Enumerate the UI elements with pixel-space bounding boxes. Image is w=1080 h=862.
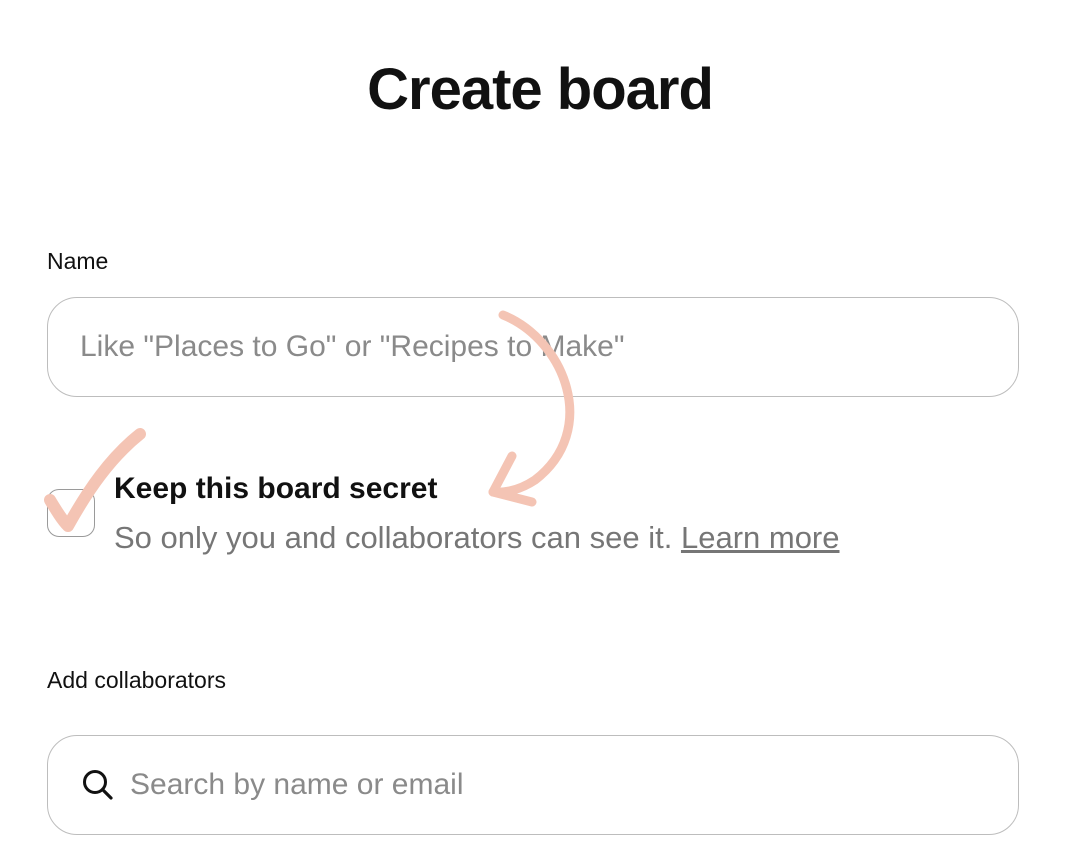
name-field-container[interactable] [47, 297, 1019, 397]
collaborators-search-input[interactable] [130, 736, 1018, 834]
secret-option-title: Keep this board secret [114, 472, 438, 505]
secret-option-description-line: So only you and collaborators can see it… [114, 520, 840, 556]
secret-checkbox[interactable] [47, 489, 95, 537]
collaborators-label: Add collaborators [47, 667, 226, 693]
name-input[interactable] [48, 298, 1018, 396]
curved-arrow-head-annotation-icon [488, 451, 537, 507]
collaborators-field-container[interactable] [47, 735, 1019, 835]
learn-more-link[interactable]: Learn more [681, 520, 840, 555]
secret-option-description: So only you and collaborators can see it… [114, 520, 673, 555]
name-label: Name [47, 248, 109, 274]
page-title: Create board [367, 57, 714, 122]
search-icon [83, 770, 113, 800]
annotation-overlay [44, 310, 575, 532]
